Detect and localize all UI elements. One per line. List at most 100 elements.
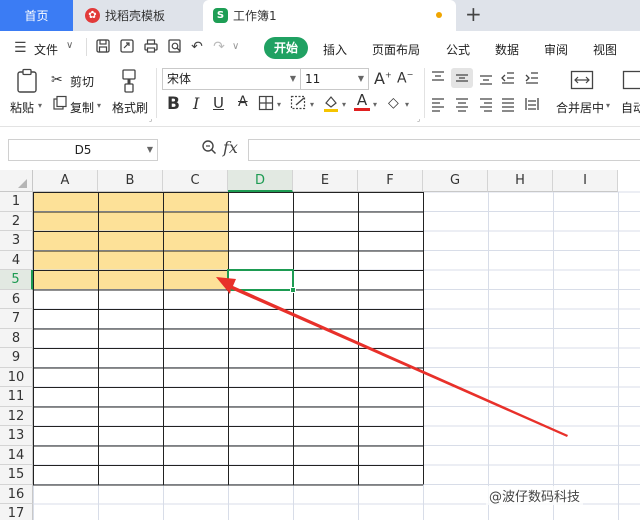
row-header-3[interactable]: 3 <box>0 231 33 251</box>
menu-start[interactable]: 开始 <box>264 37 308 59</box>
align-right-icon[interactable] <box>478 96 494 112</box>
font-color-caret-icon[interactable]: ▾ <box>373 100 377 109</box>
row-header-7[interactable]: 7 <box>0 309 33 329</box>
redo-icon[interactable]: ↷ <box>210 38 228 56</box>
column-header-D[interactable]: D <box>228 170 293 192</box>
copy-icon[interactable] <box>52 95 68 111</box>
menu-review[interactable]: 审阅 <box>544 41 568 58</box>
row-header-17[interactable]: 17 <box>0 504 33 520</box>
column-header-A[interactable]: A <box>33 170 98 192</box>
insert-function-icon[interactable]: fx <box>223 138 238 157</box>
column-header-G[interactable]: G <box>423 170 488 192</box>
align-top-icon[interactable] <box>430 70 446 86</box>
chevron-down-icon[interactable]: ∨ <box>66 40 73 51</box>
paste-label[interactable]: 粘贴 <box>10 99 34 116</box>
strikethrough-icon[interactable]: A <box>238 94 248 110</box>
select-all-corner[interactable] <box>0 170 33 192</box>
undo-icon[interactable]: ↶ <box>188 38 206 56</box>
auto-wrap-label[interactable]: 自动 <box>621 99 640 116</box>
decrease-font-icon[interactable]: A− <box>397 70 413 87</box>
zoom-search-icon[interactable] <box>201 139 217 159</box>
merge-center-label[interactable]: 合并居中 <box>556 99 604 116</box>
cell-style-icon[interactable] <box>290 95 308 111</box>
format-painter-icon[interactable] <box>120 68 138 94</box>
align-middle-icon[interactable] <box>451 68 473 88</box>
outdent-icon[interactable] <box>500 70 516 86</box>
row-header-16[interactable]: 16 <box>0 484 33 504</box>
column-header-E[interactable]: E <box>293 170 358 192</box>
wrap-text-icon[interactable] <box>622 70 640 90</box>
scissors-icon[interactable]: ✂ <box>51 72 63 88</box>
merge-center-icon[interactable] <box>570 70 594 90</box>
copy-caret-icon[interactable]: ▾ <box>97 101 101 110</box>
row-header-4[interactable]: 4 <box>0 250 33 270</box>
paste-caret-icon[interactable]: ▾ <box>38 101 42 110</box>
cut-label[interactable]: 剪切 <box>70 73 94 90</box>
indent-icon[interactable] <box>524 70 540 86</box>
row-header-12[interactable]: 12 <box>0 406 33 426</box>
row-header-5[interactable]: 5 <box>0 270 33 290</box>
borders-icon[interactable] <box>258 95 274 111</box>
row-header-15[interactable]: 15 <box>0 465 33 485</box>
column-header-C[interactable]: C <box>163 170 228 192</box>
name-box[interactable]: D5 ▼ <box>8 139 158 161</box>
fill-handle[interactable] <box>290 286 296 293</box>
hamburger-icon[interactable]: ☰ <box>14 40 27 56</box>
save-icon[interactable] <box>94 38 112 56</box>
row-header-6[interactable]: 6 <box>0 289 33 309</box>
format-painter-label[interactable]: 格式刷 <box>112 99 148 116</box>
menu-data[interactable]: 数据 <box>495 41 519 58</box>
column-header-F[interactable]: F <box>358 170 423 192</box>
row-header-11[interactable]: 11 <box>0 387 33 407</box>
tab-workbook[interactable]: S 工作簿1 <box>203 0 456 31</box>
font-size-select[interactable]: 11 ▼ <box>301 68 369 90</box>
justify-icon[interactable] <box>500 96 516 112</box>
bold-button[interactable]: B <box>167 94 180 114</box>
underline-button[interactable]: U <box>213 94 224 112</box>
menu-page-layout[interactable]: 页面布局 <box>372 41 420 58</box>
row-header-1[interactable]: 1 <box>0 192 33 212</box>
row-header-2[interactable]: 2 <box>0 211 33 231</box>
align-bottom-icon[interactable] <box>478 70 494 86</box>
fill-color-caret-icon[interactable]: ▾ <box>342 100 346 109</box>
row-header-10[interactable]: 10 <box>0 367 33 387</box>
font-name-select[interactable]: 宋体 ▼ <box>162 68 301 90</box>
clipboard-launcher-icon[interactable]: ⌟ <box>149 115 152 123</box>
menu-file[interactable]: 文件 <box>34 41 58 58</box>
fill-color-icon[interactable] <box>322 94 340 112</box>
print-preview-icon[interactable] <box>166 38 184 56</box>
borders-caret-icon[interactable]: ▾ <box>277 100 281 109</box>
italic-button[interactable]: I <box>193 94 199 113</box>
menu-formula[interactable]: 公式 <box>446 41 470 58</box>
row-header-9[interactable]: 9 <box>0 348 33 368</box>
menu-insert[interactable]: 插入 <box>323 41 347 58</box>
eraser-caret-icon[interactable]: ▾ <box>405 100 409 109</box>
column-header-I[interactable]: I <box>553 170 618 192</box>
distributed-icon[interactable] <box>524 96 540 112</box>
increase-font-icon[interactable]: A+ <box>374 69 392 88</box>
tab-template[interactable]: ✿ 找稻壳模板 <box>73 0 203 31</box>
font-color-icon[interactable]: A <box>354 92 370 111</box>
print-icon[interactable] <box>142 38 160 56</box>
row-header-13[interactable]: 13 <box>0 426 33 446</box>
new-tab-plus-icon[interactable]: + <box>465 2 482 26</box>
align-left-icon[interactable] <box>430 96 446 112</box>
menu-view[interactable]: 视图 <box>593 41 617 58</box>
column-header-H[interactable]: H <box>488 170 553 192</box>
spreadsheet-grid[interactable]: A B C D E F G H I 1 2 3 4 5 6 7 8 9 10 11 12 13 14 15 16 17 <box>0 170 640 520</box>
merge-caret-icon[interactable]: ▾ <box>606 101 610 110</box>
font-launcher-icon[interactable]: ⌟ <box>417 115 420 123</box>
tab-home[interactable]: 首页 <box>0 0 73 31</box>
active-cell-border[interactable] <box>227 269 296 293</box>
row-header-14[interactable]: 14 <box>0 445 33 465</box>
row-header-8[interactable]: 8 <box>0 328 33 348</box>
export-icon[interactable] <box>118 38 136 56</box>
redo-chevron-icon[interactable]: ∨ <box>232 41 239 52</box>
align-center-icon[interactable] <box>454 96 470 112</box>
cell-style-caret-icon[interactable]: ▾ <box>310 100 314 109</box>
paste-icon[interactable] <box>16 68 38 94</box>
column-header-B[interactable]: B <box>98 170 163 192</box>
formula-input[interactable] <box>248 139 640 161</box>
eraser-icon[interactable]: ◇ <box>388 95 399 111</box>
copy-label[interactable]: 复制 <box>70 99 94 116</box>
